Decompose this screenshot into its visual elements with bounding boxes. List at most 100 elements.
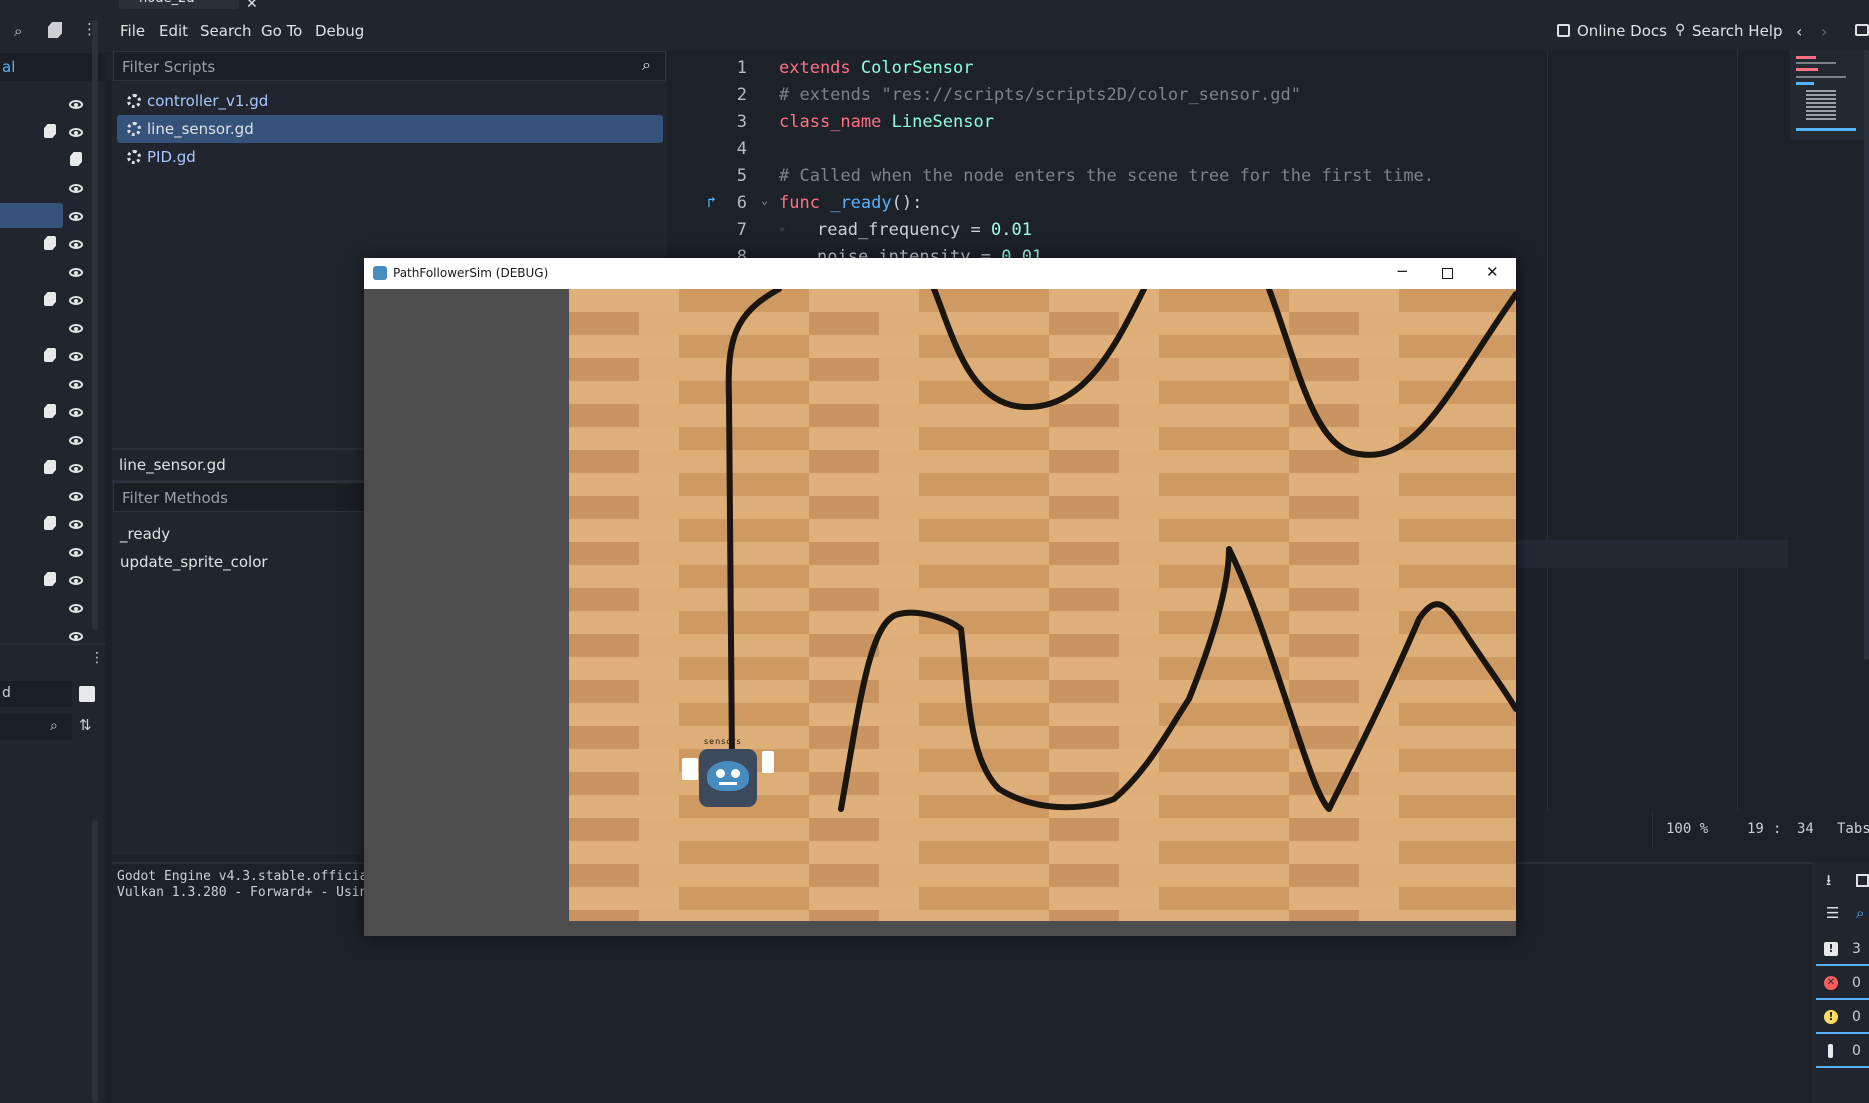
scene-tree-selected-row[interactable] (0, 203, 63, 228)
menu-search[interactable]: Search (200, 22, 252, 40)
attach-script-icon[interactable] (48, 22, 62, 38)
output-search-icon[interactable]: ⌕ (1856, 904, 1864, 922)
online-docs-button[interactable]: Online Docs (1577, 22, 1667, 40)
history-back-icon[interactable]: ‹ (1796, 22, 1802, 41)
wrap-lines-icon[interactable]: ☰ (1826, 904, 1839, 922)
script-item-label: controller_v1.gd (147, 92, 269, 110)
visibility-eye-icon[interactable] (69, 212, 83, 221)
visibility-eye-icon[interactable] (69, 464, 83, 473)
script-item-controller[interactable]: controller_v1.gd (117, 87, 663, 115)
visibility-eye-icon[interactable] (69, 548, 83, 557)
override-method-icon[interactable]: ↱ (707, 193, 716, 211)
left-wheel (682, 758, 698, 780)
gear-icon (127, 122, 141, 136)
visibility-eye-icon[interactable] (69, 604, 83, 613)
script-icon[interactable] (70, 152, 82, 166)
scene-filter-input[interactable]: al (0, 53, 105, 81)
menu-file[interactable]: File (120, 22, 145, 40)
distraction-free-icon[interactable] (1855, 24, 1869, 36)
visibility-eye-icon[interactable] (69, 324, 83, 333)
script-icon[interactable] (44, 572, 56, 586)
wood-floor-track[interactable]: sensors (569, 289, 1516, 921)
filter-editor-toggle[interactable]: 0 (1816, 1042, 1869, 1068)
dock-divider (0, 643, 105, 645)
script-icon[interactable] (44, 460, 56, 474)
script-icon[interactable] (44, 236, 56, 250)
filesystem-search-icon: ⌕ (50, 718, 58, 734)
tab-indent-marker: » (779, 224, 786, 235)
script-icon[interactable] (44, 124, 56, 138)
visibility-eye-icon[interactable] (69, 296, 83, 305)
close-tab-icon[interactable]: ✕ (246, 0, 258, 12)
visibility-eye-icon[interactable] (69, 100, 83, 109)
maximize-icon[interactable] (1442, 268, 1453, 279)
filesystem-scrollbar[interactable] (92, 820, 98, 1103)
gear-icon (127, 94, 141, 108)
filter-messages-toggle[interactable]: ! 3 (1816, 940, 1869, 966)
filesystem-filter-input[interactable] (0, 714, 72, 740)
game-viewport[interactable]: sensors (364, 289, 1516, 936)
track-canvas (569, 289, 1516, 921)
editor-scrollbar[interactable] (1864, 50, 1869, 660)
visibility-eye-icon[interactable] (69, 240, 83, 249)
external-link-icon (1557, 24, 1570, 37)
search-help-button[interactable]: Search Help (1692, 22, 1783, 40)
script-icon[interactable] (44, 348, 56, 362)
copy-icon[interactable] (1856, 874, 1869, 887)
indent-mode[interactable]: Tabs (1837, 821, 1869, 837)
help-search-icon: ⚲ (1675, 22, 1686, 38)
visibility-eye-icon[interactable] (69, 380, 83, 389)
code-punct: (): (891, 193, 923, 213)
scene-tab[interactable]: node_2d (119, 0, 239, 9)
dock-more-icon[interactable]: ⋮ (90, 650, 104, 666)
search-icon[interactable]: ⌕ (14, 22, 22, 40)
visibility-eye-icon[interactable] (69, 128, 83, 137)
errors-count: 0 (1852, 975, 1861, 991)
visibility-eye-icon[interactable] (69, 520, 83, 529)
scene-tree-scrollbar[interactable] (92, 20, 98, 630)
menu-debug[interactable]: Debug (315, 22, 364, 40)
godot-app-icon (373, 266, 387, 280)
scene-dock: ⌕ ⋮ al ⋮ d ⌕ ⇅ (0, 0, 105, 1103)
minimap[interactable] (1790, 50, 1866, 140)
fold-chevron-icon[interactable]: ⌄ (761, 193, 768, 207)
robot-body[interactable] (699, 749, 757, 807)
menu-go-to[interactable]: Go To (261, 22, 302, 40)
warning-icon: ! (1824, 1010, 1838, 1024)
menu-edit[interactable]: Edit (159, 22, 188, 40)
pin-icon[interactable]: ⭳ (1826, 870, 1831, 895)
method-item[interactable]: _ready (120, 525, 170, 543)
visibility-eye-icon[interactable] (69, 576, 83, 585)
script-item-label: PID.gd (147, 148, 196, 166)
filesystem-path-input[interactable]: d (0, 681, 72, 707)
zoom-level[interactable]: 100 % (1666, 821, 1708, 837)
method-item[interactable]: update_sprite_color (120, 553, 268, 571)
output-line: Godot Engine v4.3.stable.official (117, 869, 376, 884)
cursor-separator: : (1773, 821, 1782, 837)
filter-errors-toggle[interactable]: ✕ 0 (1816, 974, 1869, 1000)
filter-warnings-toggle[interactable]: ! 0 (1816, 1008, 1869, 1034)
close-icon[interactable]: ✕ (1486, 263, 1499, 281)
script-icon[interactable] (44, 516, 56, 530)
line-number: 7 (736, 220, 747, 240)
line-length-guide (1547, 50, 1548, 810)
visibility-eye-icon[interactable] (69, 268, 83, 277)
history-forward-icon[interactable]: › (1821, 22, 1827, 41)
script-item-line-sensor[interactable]: line_sensor.gd (117, 115, 663, 143)
code-text: read_frequency = (817, 220, 991, 240)
visibility-eye-icon[interactable] (69, 184, 83, 193)
line-number: 3 (736, 112, 747, 132)
filter-scripts-input[interactable]: Filter Scripts (113, 51, 666, 81)
window-titlebar[interactable]: PathFollowerSim (DEBUG) − ✕ (364, 258, 1516, 289)
visibility-eye-icon[interactable] (69, 436, 83, 445)
visibility-eye-icon[interactable] (69, 492, 83, 501)
script-icon[interactable] (44, 404, 56, 418)
script-icon[interactable] (44, 292, 56, 306)
script-item-pid[interactable]: PID.gd (117, 143, 663, 171)
sort-icon[interactable]: ⇅ (79, 716, 92, 734)
visibility-eye-icon[interactable] (69, 632, 83, 641)
visibility-eye-icon[interactable] (69, 408, 83, 417)
minimize-icon[interactable]: − (1396, 262, 1409, 280)
visibility-eye-icon[interactable] (69, 352, 83, 361)
split-view-icon[interactable] (79, 686, 95, 702)
